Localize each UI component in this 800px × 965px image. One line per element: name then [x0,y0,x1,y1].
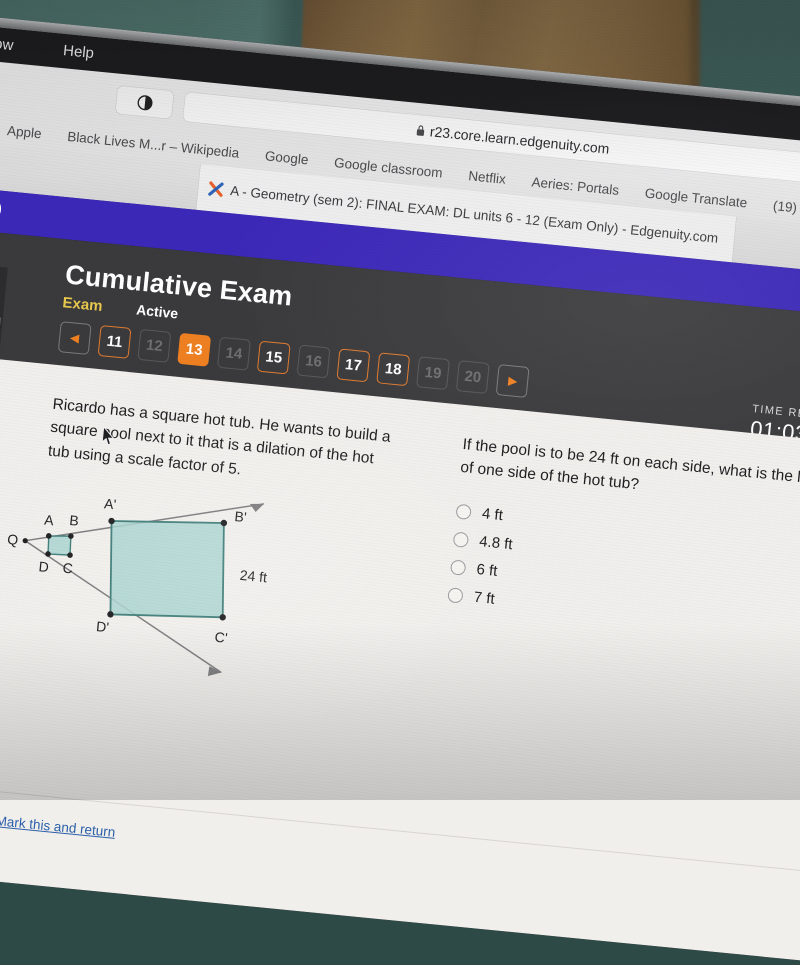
bookmark-item[interactable]: Aeries: Portals [531,174,620,197]
menu-window[interactable]: ndow [0,34,14,54]
next-question-button[interactable]: ▶ [495,364,530,398]
address-bar-url: r23.core.learn.edgenuity.com [429,122,611,157]
large-square [109,520,225,619]
radio-button[interactable] [447,586,464,604]
prev-question-button[interactable]: ◀ [57,321,92,355]
answer-choices: 4 ft 4.8 ft 6 ft 7 ft [447,497,796,642]
question-button-20[interactable]: 20 [455,360,490,395]
label-D-prime: D' [95,618,109,635]
question-button-11[interactable]: 11 [97,325,132,359]
question-card: Ricardo has a square hot tub. He wants t… [0,359,800,965]
label-C-prime: C' [214,629,228,646]
choice-label: 4.8 ft [478,532,514,553]
question-button-16[interactable]: 16 [296,344,331,379]
exam-status-label: Active [135,301,179,322]
purple-bar-text: Only) [0,197,3,218]
question-button-12[interactable]: 12 [137,328,172,363]
radio-button[interactable] [450,558,467,576]
dimension-label: 24 ft [239,567,268,586]
choice-label: 4 ft [481,504,504,524]
edgenuity-x-icon [208,180,224,197]
question-button-19[interactable]: 19 [416,356,450,391]
laptop-screen: ndow Help r23.core.learn.edgenuity.com A… [0,15,800,965]
ray-upper-arrowhead [249,503,264,513]
dilation-figure: Q A B C D A' B' C' D' 24 ft [7,495,268,677]
reader-view-button[interactable] [115,85,174,119]
label-B-prime: B' [234,508,248,525]
question-button-15[interactable]: 15 [256,340,291,375]
radio-button[interactable] [452,531,470,548]
reader-view-icon [137,94,153,110]
question-button-13[interactable]: 13 [177,332,212,367]
mouse-cursor [101,425,115,446]
bookmark-item[interactable]: Apple [6,123,42,141]
bookmark-item[interactable]: Google Translate [644,185,748,210]
label-A-prime: A' [103,495,117,512]
lock-icon [416,124,425,136]
bookmark-item[interactable]: Google classroom [334,155,444,181]
bookmark-item[interactable]: Netflix [468,168,507,187]
bookmark-item[interactable]: Google [264,148,309,167]
choice-label: 7 ft [473,588,496,608]
label-A: A [44,512,56,529]
question-button-14[interactable]: 14 [217,336,251,371]
question-button-18[interactable]: 18 [376,352,411,387]
card-divider [0,789,800,875]
choice-label: 6 ft [475,560,499,580]
label-B: B [69,512,80,529]
display-content: ndow Help r23.core.learn.edgenuity.com A… [0,25,800,965]
question-button-17[interactable]: 17 [336,348,371,383]
bookmark-item[interactable]: (19) YouTube [772,198,800,221]
label-D: D [38,558,50,575]
mark-this-and-return-link[interactable]: Mark this and return [0,813,116,840]
label-Q: Q [7,531,20,548]
menu-help[interactable]: Help [62,42,94,62]
radio-button[interactable] [455,503,472,520]
label-C: C [62,560,74,577]
